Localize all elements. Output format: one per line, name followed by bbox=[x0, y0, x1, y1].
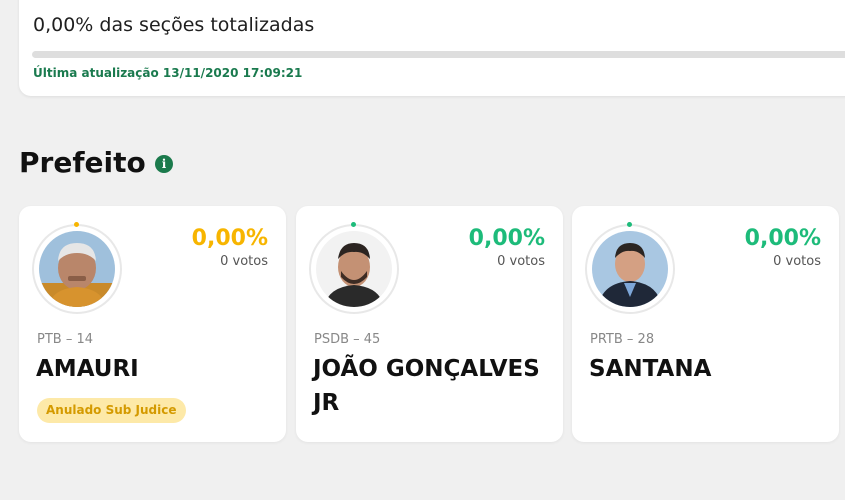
candidate-photo bbox=[39, 231, 115, 307]
info-icon[interactable]: i bbox=[155, 155, 173, 173]
vote-percentage: 0,00% bbox=[191, 226, 268, 251]
vote-count: 0 votos bbox=[497, 254, 545, 269]
candidate-photo-frame bbox=[311, 222, 397, 312]
status-dot bbox=[351, 222, 356, 227]
candidate-photo-frame bbox=[587, 222, 673, 312]
totalization-status-card: 0,00% das seções totalizadas Última atua… bbox=[19, 0, 845, 96]
candidate-card-amauri[interactable]: 0,00% 0 votos PTB – 14 AMAURI Anulado Su… bbox=[19, 206, 286, 442]
candidate-card-santana[interactable]: 0,00% 0 votos PRTB – 28 SANTANA bbox=[572, 206, 839, 442]
status-dot bbox=[627, 222, 632, 227]
party-number: PTB – 14 bbox=[37, 332, 94, 347]
last-update-text: Última atualização 13/11/2020 17:09:21 bbox=[33, 66, 303, 80]
candidate-photo-frame bbox=[34, 222, 120, 312]
vote-percentage: 0,00% bbox=[744, 226, 821, 251]
party-number: PSDB – 45 bbox=[314, 332, 381, 347]
status-dot bbox=[74, 222, 79, 227]
section-title: Prefeito bbox=[19, 146, 146, 179]
vote-count: 0 votos bbox=[220, 254, 268, 269]
status-badge: Anulado Sub Judice bbox=[37, 398, 186, 423]
party-number: PRTB – 28 bbox=[590, 332, 655, 347]
sections-totalized-text: 0,00% das seções totalizadas bbox=[33, 14, 315, 36]
candidate-name: AMAURI bbox=[36, 356, 139, 382]
vote-count: 0 votos bbox=[773, 254, 821, 269]
candidate-card-joao-goncalves-jr[interactable]: 0,00% 0 votos PSDB – 45 JOÃO GONÇALVES J… bbox=[296, 206, 563, 442]
candidate-photo bbox=[316, 231, 392, 307]
totalization-progress-bar bbox=[32, 51, 845, 58]
candidate-name: JOÃO GONÇALVES JR bbox=[313, 356, 540, 416]
vote-percentage: 0,00% bbox=[468, 226, 545, 251]
candidate-photo bbox=[592, 231, 668, 307]
candidate-name: SANTANA bbox=[589, 356, 712, 382]
